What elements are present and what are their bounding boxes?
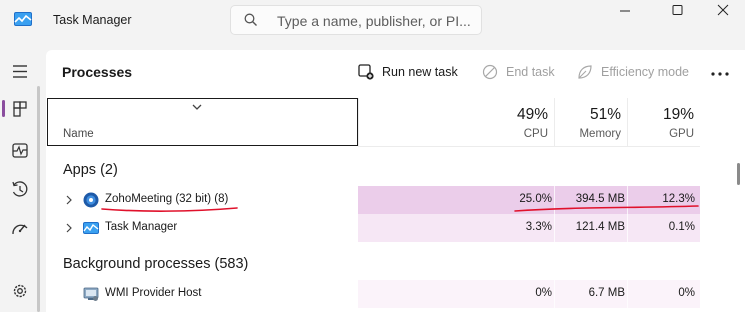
process-row-task-manager[interactable]: Task Manager 3.3% 121.4 MB 0.1%: [47, 214, 700, 242]
efficiency-mode-label: Efficiency mode: [601, 65, 690, 79]
gpu-value: 12.3%: [662, 193, 695, 205]
settings-icon[interactable]: [5, 276, 35, 306]
end-task-icon: [482, 64, 498, 80]
background-processes-group-header: Background processes (583): [63, 256, 249, 272]
cpu-column-header[interactable]: 49% CPU: [358, 98, 554, 146]
memory-total-percent: 51%: [589, 106, 621, 123]
table-scrollbar[interactable]: [737, 163, 740, 185]
memory-value: 121.4 MB: [575, 221, 625, 233]
end-task-button[interactable]: End task: [482, 58, 555, 86]
cpu-value: 25.0%: [519, 193, 552, 205]
task-manager-icon: [14, 12, 32, 26]
chevron-right-icon[interactable]: [65, 195, 73, 205]
process-name: WMI Provider Host: [105, 287, 202, 299]
gpu-column-header[interactable]: 19% GPU: [627, 98, 700, 146]
app-title: Task Manager: [53, 13, 132, 27]
cpu-value: 0%: [535, 287, 552, 299]
app-history-icon[interactable]: [5, 175, 35, 205]
title-bar: Task Manager: [0, 0, 745, 42]
apps-group-header: Apps (2): [63, 162, 118, 178]
metrics-cells: 0% 6.7 MB 0%: [358, 280, 700, 308]
metrics-cells: 3.3% 121.4 MB 0.1%: [358, 214, 700, 242]
leaf-icon: [578, 65, 592, 79]
run-new-task-label: Run new task: [382, 65, 458, 79]
cpu-total-percent: 49%: [516, 106, 548, 123]
process-name: Task Manager: [105, 221, 178, 233]
zoho-meeting-icon: [83, 192, 99, 208]
process-name: ZohoMeeting (32 bit) (8): [105, 193, 229, 205]
process-row-wmi-provider-host[interactable]: WMI Provider Host 0% 6.7 MB 0%: [47, 280, 700, 308]
name-column-label: Name: [63, 128, 94, 140]
metrics-cells: 25.0% 394.5 MB 12.3%: [358, 186, 700, 214]
run-new-task-button[interactable]: Run new task: [358, 58, 458, 86]
page-title: Processes: [62, 64, 133, 80]
gpu-column-label: GPU: [669, 128, 694, 140]
nav-scrollbar[interactable]: [37, 86, 40, 312]
processes-icon[interactable]: [5, 94, 35, 124]
minimize-button[interactable]: [606, 0, 652, 32]
cpu-value: 3.3%: [525, 221, 552, 233]
startup-apps-icon[interactable]: [5, 214, 35, 244]
gpu-value: 0.1%: [668, 221, 695, 233]
memory-value: 394.5 MB: [575, 193, 625, 205]
gpu-value: 0%: [678, 287, 695, 299]
search-input[interactable]: [275, 10, 479, 32]
performance-icon[interactable]: [5, 136, 35, 166]
name-cell: WMI Provider Host: [47, 280, 358, 308]
wmi-provider-icon: [83, 287, 99, 301]
task-manager-icon: [83, 222, 99, 234]
search-icon: [244, 13, 258, 27]
main-panel: [46, 50, 745, 312]
menu-icon[interactable]: [5, 57, 35, 87]
header-divider: [358, 146, 700, 147]
name-cell: Task Manager: [47, 214, 358, 242]
maximize-button[interactable]: [652, 0, 698, 32]
memory-column-header[interactable]: 51% Memory: [554, 98, 627, 146]
chevron-right-icon[interactable]: [65, 223, 73, 233]
name-column-header[interactable]: Name: [47, 98, 358, 146]
search-box[interactable]: [230, 5, 482, 35]
name-cell: ZohoMeeting (32 bit) (8): [47, 186, 358, 214]
close-button[interactable]: [699, 0, 745, 32]
gpu-total-percent: 19%: [662, 106, 694, 123]
run-new-task-icon: [358, 64, 374, 80]
process-row-zohomeeting[interactable]: ZohoMeeting (32 bit) (8) 25.0% 394.5 MB …: [47, 186, 700, 214]
more-options-icon[interactable]: [710, 60, 738, 88]
memory-value: 6.7 MB: [588, 287, 625, 299]
end-task-label: End task: [506, 65, 555, 79]
memory-column-label: Memory: [579, 128, 621, 140]
efficiency-mode-button[interactable]: Efficiency mode: [577, 58, 689, 86]
sort-chevron-down-icon: [192, 104, 202, 110]
cpu-column-label: CPU: [523, 128, 548, 140]
